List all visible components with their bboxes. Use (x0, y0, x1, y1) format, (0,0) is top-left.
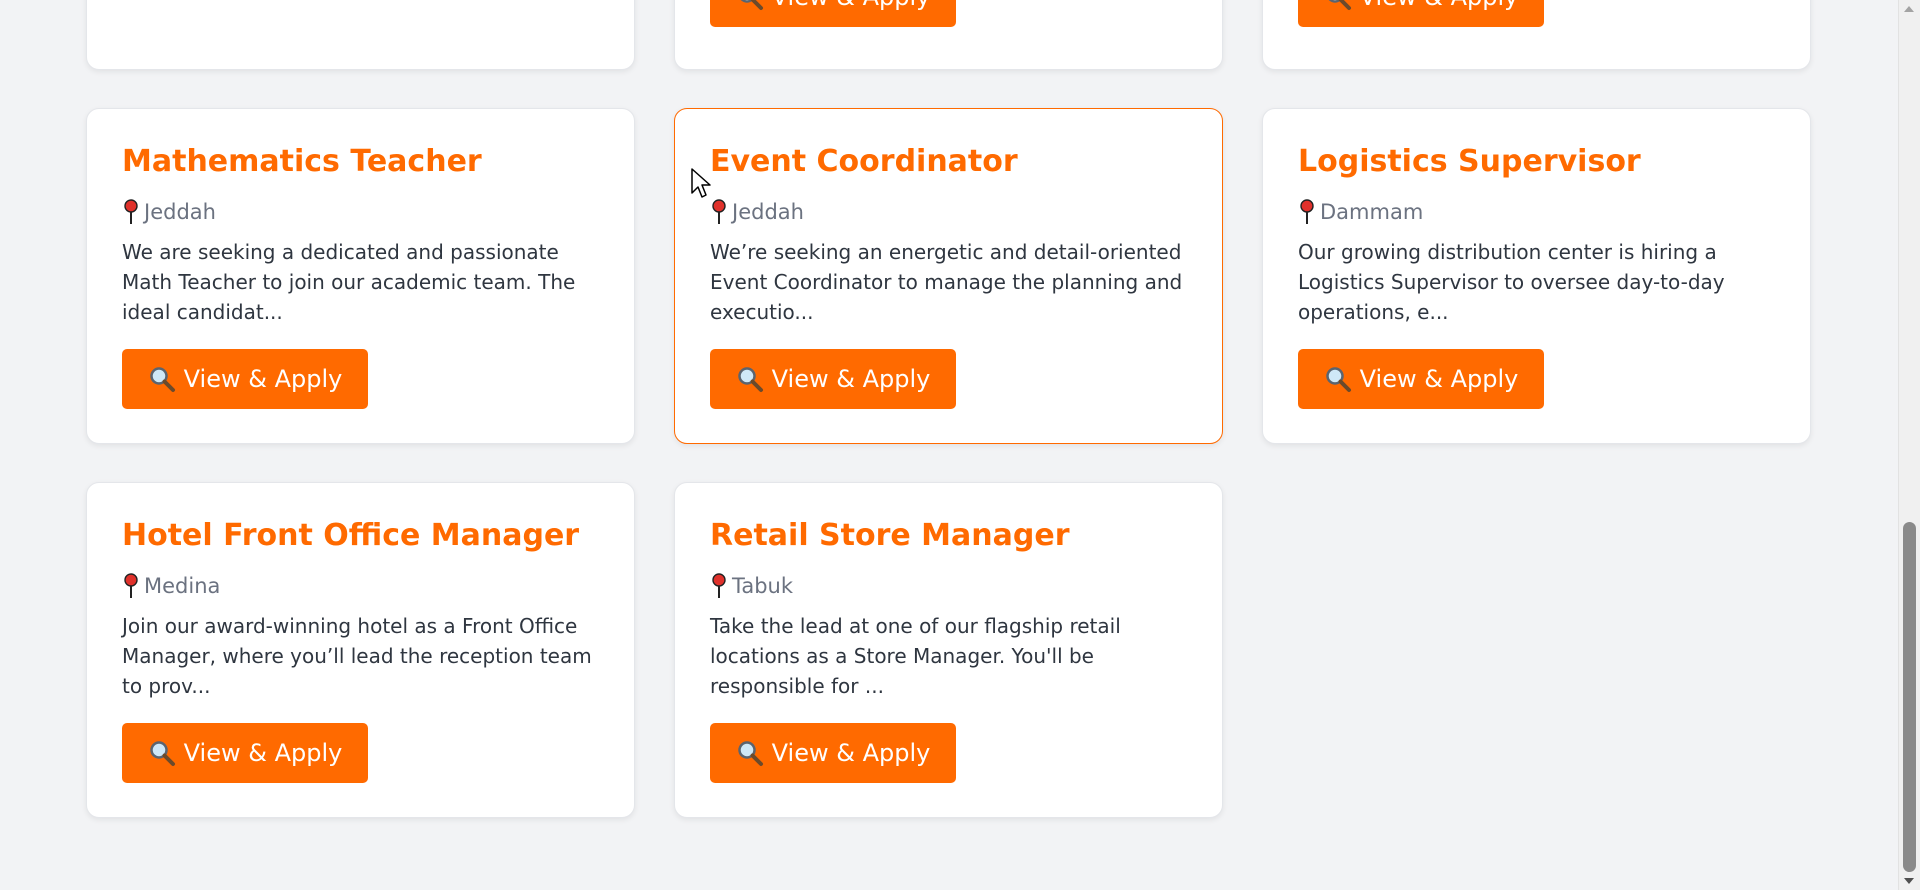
view-apply-label: View & Apply (1359, 365, 1519, 393)
search-icon (149, 741, 175, 766)
search-icon (149, 367, 175, 392)
view-apply-label: View & Apply (183, 739, 343, 767)
job-description: We’re seeking an energetic and detail-or… (710, 240, 1183, 324)
scroll-up-arrow-icon[interactable] (1904, 6, 1914, 12)
view-apply-button[interactable]: View & Apply (710, 0, 956, 27)
job-description: Join our award-winning hotel as a Front … (122, 614, 592, 698)
job-description: Our growing distribution center is hirin… (1298, 240, 1725, 324)
job-card: Event Coordinator Jeddah We’re seeking a… (674, 108, 1223, 444)
view-apply-button[interactable]: View & Apply (122, 723, 368, 783)
job-location-text: Dammam (1320, 200, 1424, 224)
job-card: Logistics Supervisor Dammam Our growing … (1262, 108, 1811, 444)
job-card-partial (86, 0, 635, 70)
scrollbar-thumb[interactable] (1903, 522, 1916, 872)
job-card: Mathematics Teacher Jeddah We are seekin… (86, 108, 635, 444)
job-description: We are seeking a dedicated and passionat… (122, 240, 576, 324)
job-location-text: Medina (144, 574, 221, 598)
job-location-text: Tabuk (732, 574, 794, 598)
job-title[interactable]: Retail Store Manager (710, 518, 1070, 554)
job-location-text: Jeddah (144, 200, 216, 224)
view-apply-button[interactable]: View & Apply (710, 349, 956, 409)
search-icon (740, 0, 763, 10)
job-description: Take the lead at one of our flagship ret… (710, 614, 1121, 698)
job-location: Tabuk (710, 573, 793, 599)
job-card-partial: View & Apply (1262, 0, 1811, 70)
job-listings-page: View & Apply View & Apply Mathematics Te… (0, 0, 1898, 890)
job-location: Jeddah (122, 199, 216, 225)
job-title[interactable]: Hotel Front Office Manager (122, 518, 579, 554)
job-card-partial: View & Apply (674, 0, 1223, 70)
job-title[interactable]: Event Coordinator (710, 144, 1018, 180)
view-apply-button[interactable]: View & Apply (122, 349, 368, 409)
search-icon (737, 741, 763, 766)
view-apply-label: View & Apply (771, 739, 931, 767)
job-title[interactable]: Logistics Supervisor (1298, 144, 1641, 180)
job-location: Medina (122, 573, 220, 599)
pin-icon (124, 573, 138, 598)
view-apply-button[interactable]: View & Apply (710, 723, 956, 783)
job-location: Jeddah (710, 199, 804, 225)
job-card: Retail Store Manager Tabuk Take the lead… (674, 482, 1223, 818)
pin-icon (124, 199, 138, 224)
view-apply-label: View & Apply (183, 365, 343, 393)
view-apply-button[interactable]: View & Apply (1298, 349, 1544, 409)
job-location: Dammam (1298, 199, 1423, 225)
search-icon (737, 367, 763, 392)
view-apply-label: View & Apply (771, 365, 931, 393)
vertical-scrollbar[interactable] (1898, 0, 1920, 890)
view-apply-button[interactable]: View & Apply (1298, 0, 1544, 27)
pin-icon (712, 199, 726, 224)
scroll-down-arrow-icon[interactable] (1904, 878, 1914, 884)
job-location-text: Jeddah (732, 200, 804, 224)
job-card: Hotel Front Office Manager Medina Join o… (86, 482, 635, 818)
pin-icon (712, 573, 726, 598)
search-icon (1328, 0, 1351, 10)
mouse-cursor-icon (691, 168, 711, 198)
pin-icon (1300, 199, 1314, 224)
view-apply-label: View & Apply (772, 0, 931, 11)
search-icon (1325, 367, 1351, 392)
job-title[interactable]: Mathematics Teacher (122, 144, 482, 180)
view-apply-label: View & Apply (1360, 0, 1519, 11)
